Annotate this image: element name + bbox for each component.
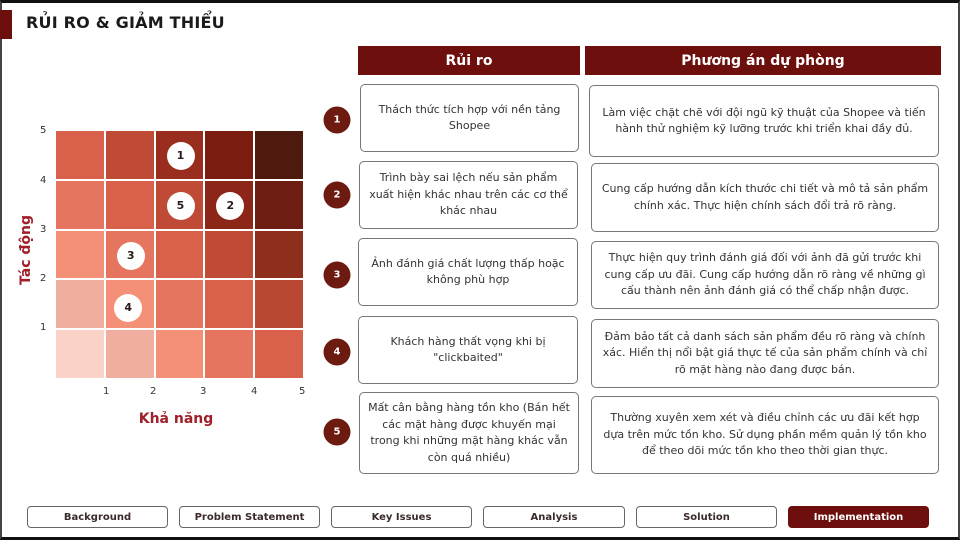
heatmap-cell [56, 330, 104, 378]
header-plan: Phương án dự phòng [585, 46, 941, 75]
page-title: RỦI RO & GIẢM THIỂU [26, 13, 225, 32]
x-axis-label: Khả năng [138, 411, 214, 427]
x-tick: 5 [299, 386, 306, 397]
plan-cell: Thường xuyên xem xét và điều chỉnh các ư… [591, 396, 939, 474]
nav-problem-statement[interactable]: Problem Statement [179, 506, 320, 528]
nav-solution[interactable]: Solution [636, 506, 777, 528]
heatmap-cell [56, 280, 104, 329]
y-tick: 3 [40, 224, 47, 235]
y-tick: 1 [40, 322, 47, 333]
plan-cell: Làm việc chặt chẽ với đội ngũ kỹ thuật c… [589, 85, 939, 157]
row-number-badge: 5 [323, 418, 351, 446]
heatmap-cell [155, 330, 204, 378]
plan-cell: Thực hiện quy trình đánh giá đối với ảnh… [591, 241, 939, 309]
heatmap-cell [205, 280, 254, 329]
risk-marker: 4 [114, 293, 143, 322]
heatmap-cell [105, 131, 154, 179]
y-tick: 5 [40, 125, 47, 136]
y-axis-label: Tác động [18, 215, 34, 285]
risk-cell: Trình bày sai lệch nếu sản phẩm xuất hiệ… [359, 161, 578, 229]
risk-marker: 5 [166, 191, 195, 220]
heatmap-cell [105, 330, 154, 378]
risk-cell: Khách hàng thất vọng khi bị "clickbaited… [358, 316, 578, 384]
nav-implementation[interactable]: Implementation [788, 506, 929, 528]
row-number-badge: 1 [323, 106, 351, 134]
row-number-badge: 4 [323, 338, 351, 366]
plan-cell: Cung cấp hướng dẫn kích thước chi tiết v… [591, 163, 939, 232]
row-number-badge: 2 [323, 181, 351, 209]
heatmap-cell [56, 230, 104, 279]
heatmap-cell [56, 180, 104, 229]
risk-cell: Thách thức tích hợp với nền tảng Shopee [360, 84, 579, 152]
heatmap-cell [255, 131, 303, 179]
title-accent-bar [0, 10, 12, 39]
y-tick: 4 [40, 175, 47, 186]
x-tick: 2 [150, 386, 157, 397]
risk-marker: 2 [216, 191, 245, 220]
nav-background[interactable]: Background [27, 506, 168, 528]
heatmap-cell [56, 131, 104, 179]
x-tick: 4 [251, 386, 258, 397]
heatmap-cell [205, 230, 254, 279]
row-number-badge: 3 [323, 261, 351, 289]
heatmap-cell [205, 330, 254, 378]
x-tick: 1 [103, 386, 110, 397]
header-risk: Rủi ro [358, 46, 580, 75]
heatmap-cell [255, 330, 303, 378]
heatmap-cell [255, 230, 303, 279]
risk-marker: 1 [166, 141, 195, 170]
risk-cell: Mất cân bằng hàng tồn kho (Bán hết các m… [359, 392, 579, 474]
x-tick: 3 [200, 386, 207, 397]
risk-marker: 3 [116, 241, 145, 270]
risk-heatmap-grid: 1 52 3 4 [56, 131, 305, 380]
nav-key-issues[interactable]: Key Issues [331, 506, 472, 528]
nav-analysis[interactable]: Analysis [483, 506, 625, 528]
risk-cell: Ảnh đánh giá chất lượng thấp hoặc không … [358, 238, 578, 306]
heatmap-cell [105, 180, 154, 229]
heatmap-cell [205, 131, 254, 179]
heatmap-cell [255, 280, 303, 329]
heatmap-cell [155, 230, 204, 279]
heatmap-cell [155, 280, 204, 329]
y-tick: 2 [40, 273, 47, 284]
heatmap-cell [255, 180, 303, 229]
plan-cell: Đảm bảo tất cả danh sách sản phẩm đều rõ… [591, 319, 939, 388]
